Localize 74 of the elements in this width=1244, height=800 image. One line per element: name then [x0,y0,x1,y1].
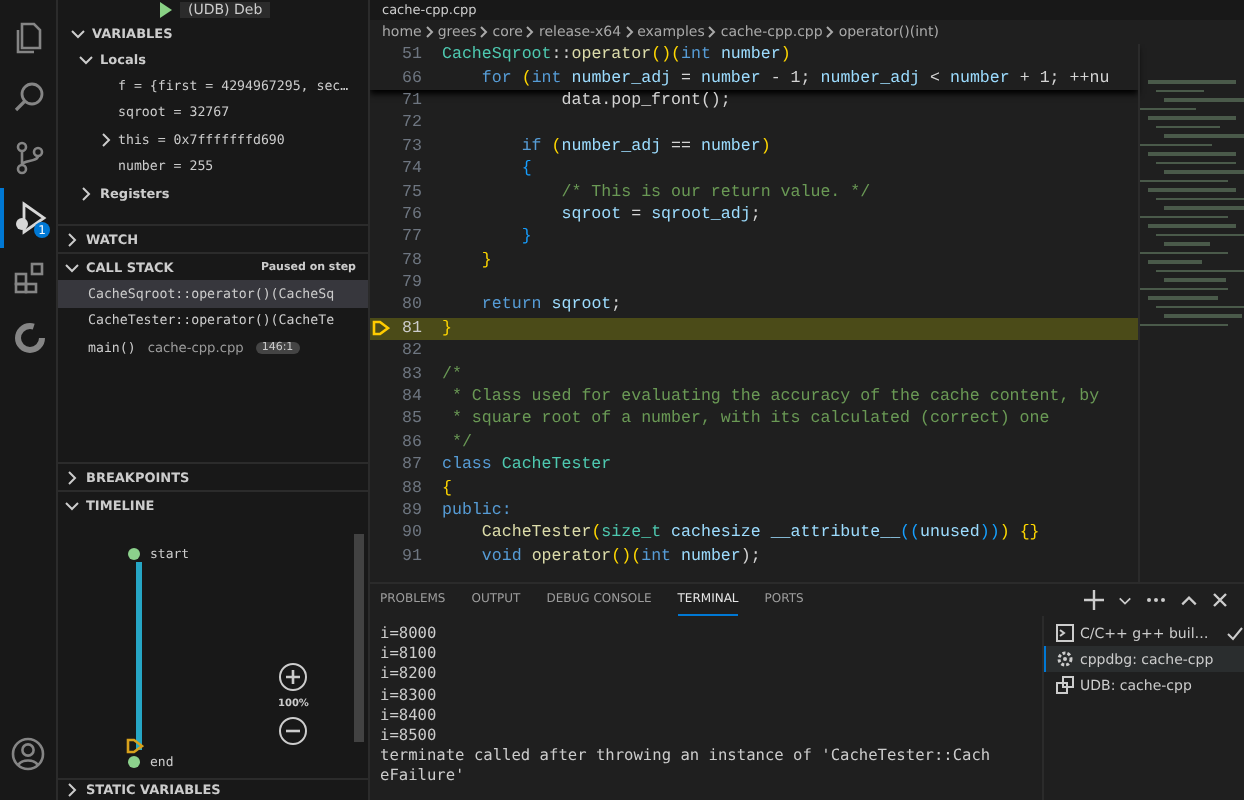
line-number: 85 [400,410,424,429]
line-number: 75 [400,183,424,202]
chevron-icon[interactable] [98,131,114,148]
code-line: /* [442,365,462,384]
start-dot[interactable] [128,548,140,560]
line-number: 78 [400,251,424,270]
end-dot[interactable] [128,756,140,768]
current-line-pointer-icon [372,320,390,337]
code-line: return sqroot; [479,296,622,315]
chevron-icon [826,26,835,38]
line-number: 81 [400,319,424,338]
maximize-icon[interactable] [1180,591,1198,609]
debug-icon [12,200,48,236]
code-line: public: [442,502,512,520]
extensions-icon [12,260,48,296]
position-marker-icon[interactable] [126,738,144,754]
more-icon[interactable] [1146,596,1166,604]
chevron-icon [625,26,634,38]
line-number: 87 [400,456,424,475]
code-line: if (number_adj == number) [519,137,771,156]
code-line: } [479,251,492,270]
branch-icon [12,140,48,176]
code-line: for (int number_adj = number - 1; number_adj < number + 1; ++nu [479,69,1110,88]
code-line: CacheTester(size_t cachesize __attribute__((unused))) {} [479,524,1040,543]
chevron-icon [526,26,535,38]
play-icon[interactable] [158,2,174,18]
code-line: CacheSqroot::operator()(int number) [442,46,791,65]
scrollbar[interactable] [354,534,364,742]
line-number: 80 [400,296,424,315]
line-number: 89 [400,502,424,520]
line-number: 88 [400,479,424,498]
line-number: 86 [400,433,424,452]
search-icon [12,80,48,116]
line-number: 79 [400,274,424,293]
line-number: 83 [400,365,424,384]
code-line: data.pop_front(); [559,91,731,110]
line-number: 51 [400,46,424,65]
code-line: */ [449,433,472,452]
line-number: 82 [400,342,424,361]
chevron-icon [480,26,489,38]
chevron-icon [708,26,717,38]
chevron-icon [78,185,94,201]
line-number: 72 [400,114,424,133]
code-line: * square root of a number, with its calculated (correct) one [449,410,1050,429]
code-line: * Class used for evaluating the accuracy of the cache content, by [449,388,1100,407]
code-line: { [442,479,452,498]
line-number: 91 [400,547,424,566]
line-number: 71 [400,91,424,110]
close-icon[interactable] [1212,592,1228,608]
account-icon[interactable] [10,736,46,772]
ring-icon [12,320,48,356]
code-line: sqroot = sqroot_adj; [559,205,761,224]
line-number: 66 [400,69,424,88]
dropdown-icon[interactable] [1118,593,1132,607]
chevron-icon [425,26,434,38]
code-line: } [442,319,452,338]
gear-icon [1056,650,1074,668]
code-line: class CacheTester [442,456,612,475]
add-icon[interactable] [1084,590,1104,610]
line-number: 77 [400,228,424,247]
line-number: 90 [400,524,424,543]
windows-icon [1056,676,1074,694]
zoom-out-button[interactable] [278,716,309,746]
zoom-in-button[interactable] [278,662,309,692]
code-line: } [519,228,532,247]
chevron-icon [64,782,80,798]
line-number: 84 [400,388,424,407]
code-line: void operator()(int number); [479,547,761,566]
code-line: { [519,160,532,179]
code-line: /* This is our return value. */ [559,183,871,202]
line-number: 73 [400,137,424,156]
terminal-icon [1056,624,1074,642]
line-number: 76 [400,205,424,224]
line-number: 74 [400,160,424,179]
